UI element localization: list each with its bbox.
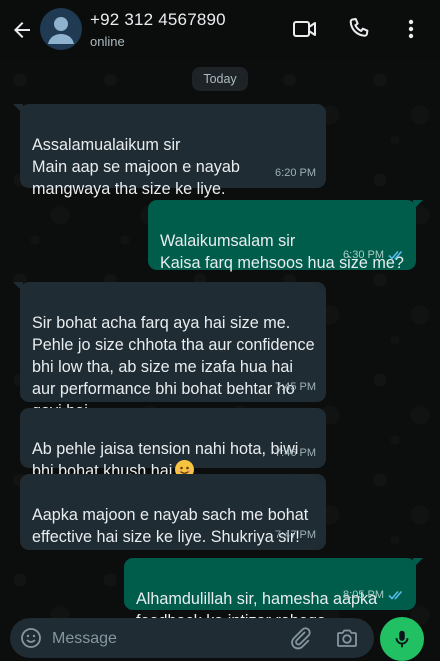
message-bubble-outgoing[interactable]: Walaikumsalam sir Kaisa farq mehsoos hua… [148,200,423,272]
message-bubble-incoming[interactable]: Aapka majoon e nayab sach me bohat effec… [20,474,326,550]
avatar[interactable] [40,8,82,50]
message-time: 6:30 PM [343,249,384,261]
message-time: 8:05 PM [343,589,384,601]
avatar-placeholder-icon [48,17,74,44]
message-bubble-incoming[interactable]: Ab pehle jaisa tension nahi hota, biwi b… [20,408,326,480]
read-receipt-icon [388,590,403,600]
message-time: 6:20 PM [275,167,316,179]
chat-header: +92 312 4567890 online [0,0,440,60]
message-time: 7:46 PM [275,447,316,459]
message-bubble-incoming[interactable]: Assalamualaikum sir Main aap se majoon e… [13,104,326,198]
more-options-icon[interactable] [398,16,424,42]
mic-icon [395,630,409,648]
read-receipt-icon [388,250,403,260]
message-time: 7:45 PM [275,381,316,393]
contact-status: online [90,34,125,49]
message-composer [10,618,374,658]
message-text: Assalamualaikum sir Main aap se majoon e… [32,136,240,198]
message-text: Aapka majoon e nayab sach me bohat effec… [32,506,309,546]
contact-name[interactable]: +92 312 4567890 [90,10,226,30]
message-time: 7:47 PM [275,529,316,541]
camera-icon[interactable] [335,626,359,650]
video-call-icon[interactable] [292,16,318,42]
date-chip: Today [192,67,248,91]
emoji-icon[interactable] [20,627,42,649]
attach-icon[interactable] [288,626,312,650]
voice-call-icon[interactable] [346,16,372,42]
back-arrow-icon[interactable] [10,18,34,42]
mic-button[interactable] [380,617,424,661]
message-input[interactable] [50,626,274,652]
message-bubble-incoming[interactable]: Sir bohat acha farq aya hai size me. Peh… [13,282,326,420]
message-bubble-outgoing[interactable]: Alhamdulillah sir, hamesha aapka feedbac… [124,558,423,630]
